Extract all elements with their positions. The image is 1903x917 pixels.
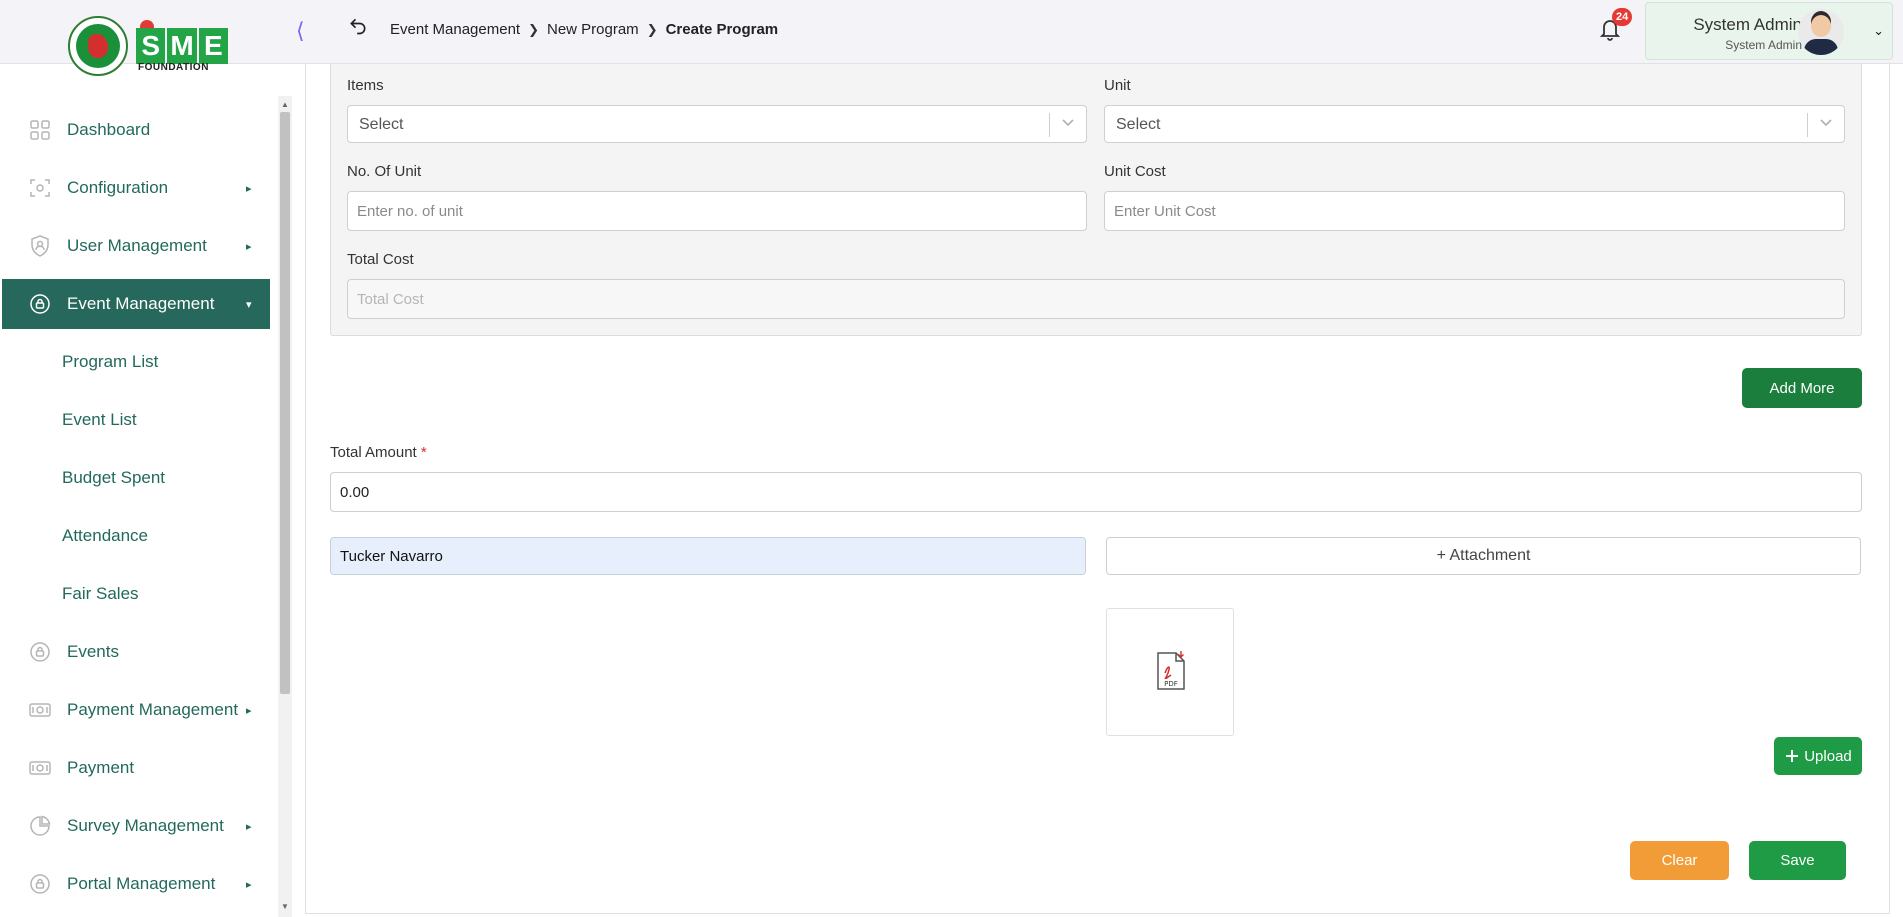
upload-button[interactable]: Upload: [1774, 737, 1862, 775]
top-header: SME FOUNDATION ⟨ Event Management ❯ New …: [0, 0, 1903, 76]
total-cost-label: Total Cost: [347, 251, 414, 268]
no-of-unit-input[interactable]: [347, 191, 1087, 231]
sidebar-item-survey-management[interactable]: Survey Management ▸: [2, 801, 270, 851]
total-amount-label-text: Total Amount: [330, 444, 417, 461]
sidebar-item-label: Configuration: [67, 178, 169, 197]
dashboard-grid-icon: [28, 118, 52, 142]
total-amount-input[interactable]: [330, 472, 1862, 512]
breadcrumb-create-program: Create Program: [665, 21, 779, 38]
scrollbar-thumb[interactable]: [280, 112, 290, 694]
user-name: System Admin: [1693, 15, 1802, 34]
unit-select-value: Select: [1116, 116, 1161, 133]
sidebar-collapse-icon[interactable]: ⟨: [296, 18, 305, 44]
avatar: [1798, 9, 1844, 55]
chevron-down-icon: [1060, 114, 1076, 130]
sidebar-item-label: Events: [67, 642, 119, 661]
unit-select[interactable]: Select: [1104, 105, 1845, 143]
chevron-right-icon: ▸: [246, 182, 252, 195]
bangladesh-emblem-icon: [68, 16, 128, 76]
sidebar-item-label: User Management: [67, 236, 207, 255]
chevron-down-icon: [1818, 114, 1834, 130]
sidebar-scrollbar[interactable]: ▲ ▼: [278, 96, 292, 917]
required-asterisk: *: [420, 444, 427, 461]
notification-count-badge: 24: [1612, 8, 1633, 26]
attachment-name-input[interactable]: [330, 537, 1086, 575]
sidebar-subitem-program-list[interactable]: Program List: [62, 352, 158, 372]
sidebar-item-label: Payment Management: [67, 700, 239, 719]
items-label: Items: [347, 77, 384, 94]
unit-label: Unit: [1104, 77, 1131, 94]
sidebar-item-label: Survey Management: [67, 816, 224, 835]
sidebar-subitem-fair-sales[interactable]: Fair Sales: [62, 584, 139, 604]
chevron-right-icon: ▸: [246, 878, 252, 891]
sidebar-item-portal-management[interactable]: Portal Management ▸: [2, 859, 270, 909]
sidebar-item-label: Portal Management: [67, 874, 216, 893]
plus-icon: [1786, 750, 1799, 762]
sidebar-item-dashboard[interactable]: Dashboard: [2, 105, 270, 155]
unit-cost-input[interactable]: [1104, 191, 1845, 231]
money-icon: [28, 698, 52, 722]
sidebar-subitem-attendance[interactable]: Attendance: [62, 526, 148, 546]
chevron-down-icon: ▾: [246, 298, 252, 311]
clear-button[interactable]: Clear: [1630, 841, 1729, 880]
scroll-up-arrow-icon[interactable]: ▲: [281, 100, 289, 109]
save-button[interactable]: Save: [1749, 841, 1846, 880]
logo-letter-m: M: [167, 28, 197, 64]
lock-circle-icon: [28, 292, 52, 316]
logo-subtext: FOUNDATION: [138, 62, 209, 73]
breadcrumb-new-program[interactable]: New Program: [547, 21, 639, 38]
sme-logo-mark: SME: [136, 28, 228, 64]
logo-letter-s: S: [136, 28, 166, 64]
user-menu[interactable]: System Admin System Admin ⌄: [1645, 2, 1893, 60]
chevron-right-icon: ▸: [246, 240, 252, 253]
unit-cost-label: Unit Cost: [1104, 163, 1166, 180]
sidebar: Dashboard Configuration ▸ User Managemen…: [0, 100, 272, 917]
chevron-down-icon: ⌄: [1873, 23, 1884, 38]
configuration-icon: [28, 176, 52, 200]
sidebar-item-payment-management[interactable]: Payment Management ▸: [2, 685, 270, 735]
sidebar-item-label: Payment: [67, 758, 135, 777]
sidebar-item-events[interactable]: Events: [2, 627, 270, 677]
items-select[interactable]: Select: [347, 105, 1087, 143]
scroll-down-arrow-icon[interactable]: ▼: [281, 902, 289, 911]
lock-circle-icon: [28, 640, 52, 664]
sidebar-item-event-management[interactable]: Event Management ▾: [2, 279, 270, 329]
select-divider: [1049, 113, 1050, 137]
breadcrumb: Event Management ❯ New Program ❯ Create …: [390, 21, 778, 38]
sidebar-item-configuration[interactable]: Configuration ▸: [2, 163, 270, 213]
svg-text:PDF: PDF: [1164, 680, 1178, 688]
add-more-button[interactable]: Add More: [1742, 368, 1862, 408]
no-of-unit-label: No. Of Unit: [347, 163, 422, 180]
logo-letter-e: E: [198, 28, 228, 64]
shield-user-icon: [28, 234, 52, 258]
sidebar-item-label: Event Management: [67, 294, 215, 313]
total-cost-input: [347, 279, 1845, 319]
user-role: System Admin: [1725, 38, 1802, 52]
breadcrumb-event-management[interactable]: Event Management: [390, 21, 520, 38]
breadcrumb-chevron-icon: ❯: [528, 21, 539, 37]
pie-chart-icon: [28, 814, 52, 838]
sidebar-subitem-budget-spent[interactable]: Budget Spent: [62, 468, 165, 488]
items-select-value: Select: [359, 116, 404, 133]
upload-button-label: Upload: [1804, 747, 1852, 765]
sidebar-subitem-event-list[interactable]: Event List: [62, 410, 137, 430]
total-amount-label: Total Amount *: [330, 444, 427, 461]
back-icon[interactable]: [348, 16, 368, 42]
lock-circle-icon: [28, 872, 52, 896]
select-divider: [1807, 113, 1808, 137]
sidebar-item-user-management[interactable]: User Management ▸: [2, 221, 270, 271]
sidebar-item-label: Dashboard: [67, 120, 151, 139]
sidebar-item-payment[interactable]: Payment: [2, 743, 270, 793]
chevron-right-icon: ▸: [246, 820, 252, 833]
money-icon: [28, 756, 52, 780]
attachment-button[interactable]: + Attachment: [1106, 537, 1861, 575]
pdf-attachment-preview[interactable]: PDF: [1106, 608, 1234, 736]
breadcrumb-chevron-icon: ❯: [646, 21, 658, 37]
notification-bell-icon[interactable]: 24: [1598, 8, 1633, 42]
sme-foundation-logo[interactable]: SME FOUNDATION: [68, 14, 228, 76]
chevron-right-icon: ▸: [246, 704, 252, 717]
pdf-file-icon: PDF: [1157, 651, 1185, 690]
